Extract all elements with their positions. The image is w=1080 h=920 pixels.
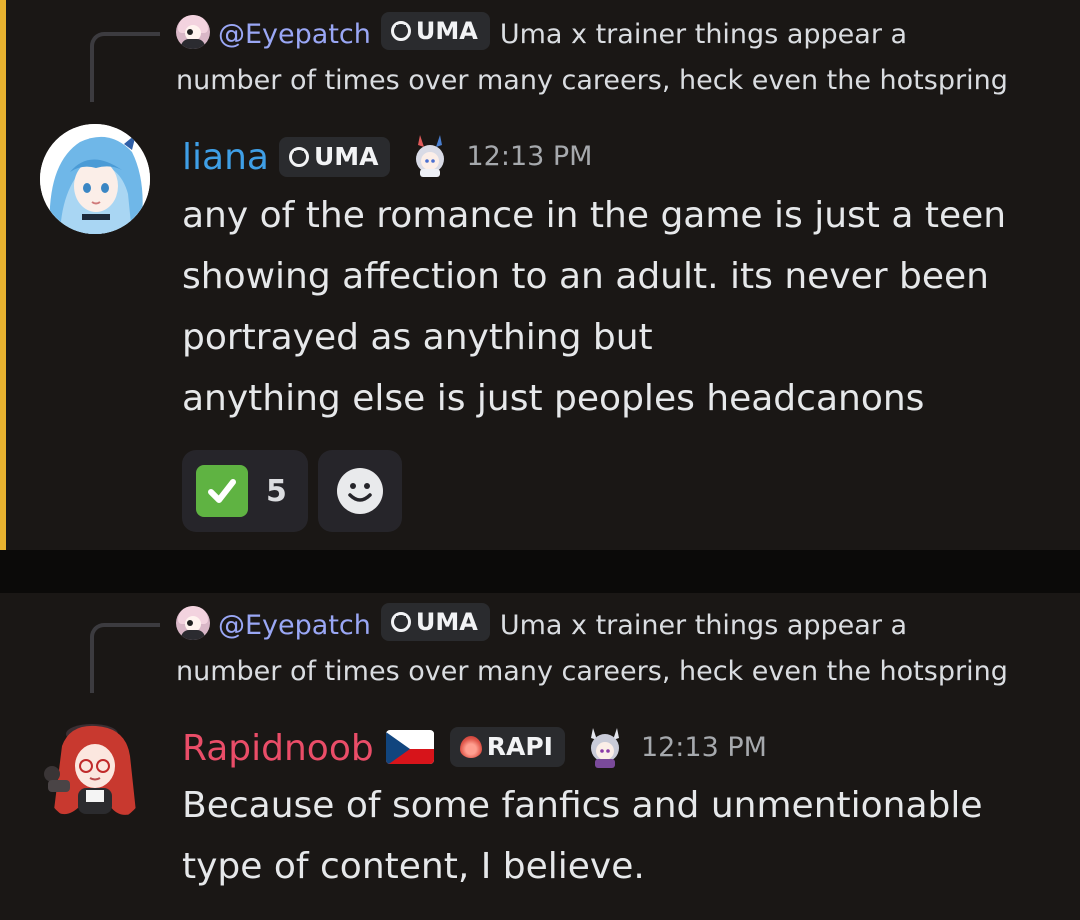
reply-preview[interactable]: @Eyepatch UMA Uma x trainer things appear … — [176, 603, 1050, 695]
reply-connector — [90, 32, 160, 102]
server-tag[interactable]: UMA — [278, 137, 391, 177]
reply-text-line2: number of times over many careers, heck … — [176, 65, 1008, 96]
liana-avatar-icon — [40, 124, 150, 234]
reply-preview[interactable]: @Eyepatch UMA Uma x trainer things appear … — [176, 12, 1050, 104]
reply-server-tag: UMA — [380, 603, 490, 641]
reply-mention[interactable]: @Eyepatch — [218, 19, 371, 50]
message-header: liana UMA 12:13 PM — [182, 132, 592, 183]
uma-tag-icon — [390, 612, 411, 632]
username[interactable]: Rapidnoob — [182, 728, 374, 769]
reactions-bar: 5 — [182, 450, 402, 532]
reply-mention[interactable]: @Eyepatch — [218, 610, 371, 641]
message-line: portrayed as anything but — [182, 317, 653, 358]
smiley-icon — [337, 468, 383, 514]
add-reaction-button[interactable] — [318, 450, 402, 532]
message-liana[interactable]: @Eyepatch UMA Uma x trainer things appear … — [0, 0, 1080, 550]
reaction-count: 5 — [266, 473, 287, 509]
reply-text-line2: number of times over many careers, heck … — [176, 656, 1008, 687]
message-content: Because of some fanfics and unmentionabl… — [182, 775, 1062, 897]
timestamp: 12:13 PM — [640, 732, 767, 763]
avatar[interactable] — [40, 716, 150, 826]
role-icon[interactable] — [583, 724, 627, 768]
reply-connector — [90, 623, 160, 693]
message-line: showing affection to an adult. its never… — [182, 256, 989, 297]
uma-tag-icon — [288, 147, 309, 167]
message-line: type of content, I believe. — [182, 846, 645, 887]
username[interactable]: liana — [182, 137, 269, 178]
message-line: any of the romance in the game is just a… — [182, 195, 1007, 236]
rapidnoob-avatar-icon — [44, 724, 136, 815]
message-rapidnoob[interactable]: @Eyepatch UMA Uma x trainer things appear … — [0, 593, 1080, 920]
reply-server-tag: UMA — [380, 12, 490, 50]
avatar[interactable] — [40, 124, 150, 234]
czech-flag-icon — [385, 730, 434, 764]
white-check-mark-icon — [196, 465, 248, 517]
server-tag[interactable]: RAPI — [449, 727, 565, 767]
message-header: Rapidnoob RAPI 12:13 PM — [182, 723, 767, 774]
reply-avatar-icon — [176, 606, 210, 640]
rapi-tag-icon — [459, 736, 482, 758]
timestamp: 12:13 PM — [466, 141, 593, 172]
message-line: anything else is just peoples headcanons — [182, 378, 925, 419]
reply-avatar-icon — [176, 15, 210, 49]
reply-text-line1: Uma x trainer things appear a — [499, 19, 908, 50]
role-icon[interactable] — [408, 133, 452, 177]
reaction-check[interactable]: 5 — [182, 450, 308, 532]
uma-tag-icon — [390, 21, 411, 41]
message-content: any of the romance in the game is just a… — [182, 185, 1062, 429]
reply-text-line1: Uma x trainer things appear a — [499, 610, 908, 641]
message-line: Because of some fanfics and unmentionabl… — [182, 785, 983, 826]
